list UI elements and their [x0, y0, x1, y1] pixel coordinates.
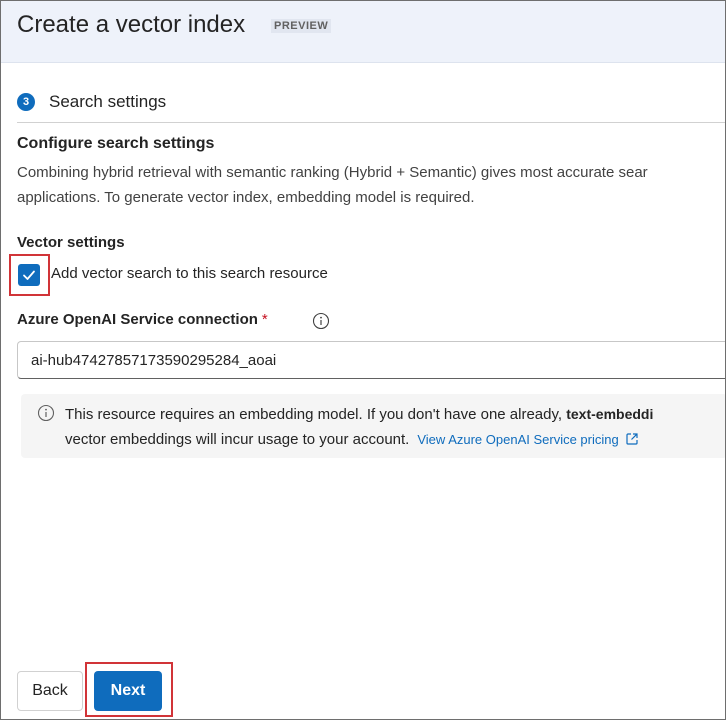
vector-search-checkbox[interactable]: [18, 264, 40, 286]
dialog-frame: Create a vector index PREVIEW 3 Search s…: [0, 0, 726, 720]
notice-model-name: text-embeddi: [566, 406, 654, 422]
connection-label-text: Azure OpenAI Service connection: [17, 311, 258, 328]
description-line-1: Combining hybrid retrieval with semantic…: [17, 164, 648, 181]
pricing-link-label: View Azure OpenAI Service pricing: [417, 432, 619, 447]
step-divider: [17, 122, 725, 123]
vector-settings-title: Vector settings: [17, 234, 125, 251]
notice-line-2: vector embeddings will incur usage to yo…: [65, 427, 725, 452]
notice-line-2-text: vector embeddings will incur usage to yo…: [65, 431, 410, 448]
embedding-notice: This resource requires an embedding mode…: [21, 394, 725, 458]
checkmark-icon: [23, 270, 35, 280]
step-indicator: 3 Search settings: [17, 89, 166, 115]
info-icon: [37, 404, 55, 422]
connection-select[interactable]: ai-hub47427857173590295284_aoai: [17, 341, 725, 379]
section-title: Configure search settings: [17, 135, 215, 152]
required-marker: *: [261, 311, 268, 328]
dialog-header: Create a vector index PREVIEW: [1, 1, 725, 63]
notice-line-1: This resource requires an embedding mode…: [65, 402, 725, 427]
step-label: Search settings: [49, 92, 167, 111]
preview-badge: PREVIEW: [271, 19, 332, 33]
pricing-link[interactable]: View Azure OpenAI Service pricing: [417, 432, 638, 447]
section-description: Combining hybrid retrieval with semantic…: [17, 160, 725, 210]
back-button[interactable]: Back: [17, 671, 83, 711]
notice-text: This resource requires an embedding mode…: [65, 402, 725, 452]
page-title: Create a vector index: [17, 11, 246, 38]
vector-search-checkbox-label[interactable]: Add vector search to this search resourc…: [51, 265, 328, 282]
open-external-icon: [626, 433, 638, 445]
step-number-badge: 3: [17, 93, 35, 111]
next-button[interactable]: Next: [94, 671, 162, 711]
description-line-2: applications. To generate vector index, …: [17, 189, 475, 206]
info-icon[interactable]: [311, 311, 331, 331]
notice-line-1-text: This resource requires an embedding mode…: [65, 406, 563, 423]
connection-value: ai-hub47427857173590295284_aoai: [31, 351, 277, 369]
connection-field-label: Azure OpenAI Service connection *: [17, 311, 268, 328]
